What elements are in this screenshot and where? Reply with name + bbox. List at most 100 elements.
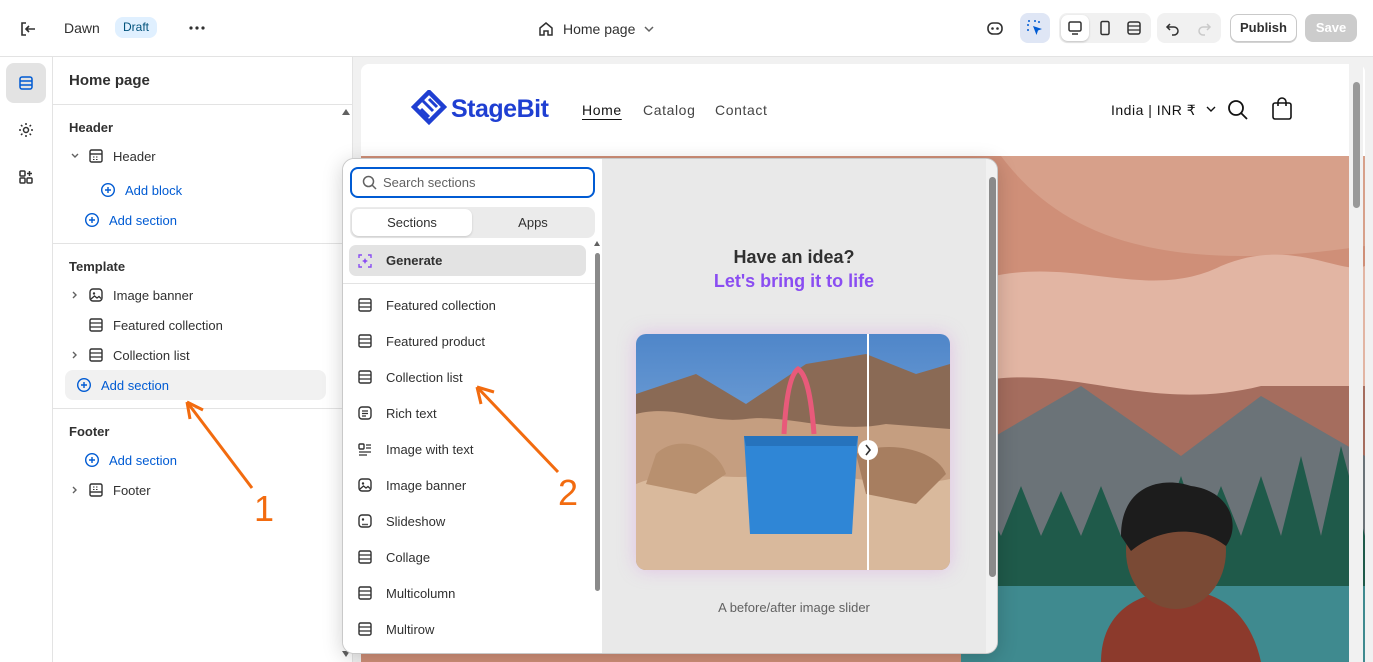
footer-section-icon [85, 482, 107, 498]
add-section-picker: Sections Apps Generate Featured collecti… [342, 158, 998, 654]
status-badge: Draft [115, 17, 158, 38]
search-field[interactable] [350, 167, 595, 198]
section-option-featured-collection[interactable]: Featured collection [349, 290, 586, 320]
annotation-number-2: 2 [558, 472, 579, 513]
divider [53, 104, 353, 105]
redo-icon [1198, 23, 1212, 36]
scroll-up-arrow[interactable] [342, 109, 350, 115]
redo-button[interactable] [1190, 15, 1218, 41]
generate-button[interactable]: Generate [349, 245, 586, 276]
sidekick-button[interactable] [980, 13, 1010, 43]
header-section-icon [85, 148, 107, 164]
divider [343, 283, 595, 284]
preview-scrollbar[interactable] [1349, 64, 1363, 662]
footer-group-heading: Footer [69, 424, 110, 439]
nav-home[interactable]: Home [582, 102, 622, 118]
left-rail [0, 57, 53, 662]
add-block-button[interactable]: Add block [97, 175, 326, 205]
section-icon [355, 333, 375, 349]
plus-circle-icon [81, 212, 103, 228]
chevron-down-icon[interactable] [65, 151, 85, 161]
exit-icon[interactable] [17, 18, 39, 40]
fullscreen-view-button[interactable] [1120, 15, 1148, 41]
nav-contact[interactable]: Contact [715, 102, 767, 118]
header-group-heading: Header [69, 120, 114, 135]
search-input[interactable] [383, 175, 583, 190]
desktop-view-button[interactable] [1061, 15, 1089, 41]
tab-apps[interactable]: Apps [473, 209, 593, 236]
preview-scroll-thumb[interactable] [1353, 82, 1360, 208]
list-scrollbar[interactable] [594, 239, 602, 653]
picker-scroll-thumb[interactable] [989, 177, 996, 577]
section-option-multicolumn[interactable]: Multicolumn [349, 578, 586, 608]
section-option-label: Slideshow [386, 513, 446, 529]
section-option-image-banner[interactable]: Image banner [349, 470, 586, 500]
select-cursor-icon [1027, 20, 1042, 35]
section-option-featured-product[interactable]: Featured product [349, 326, 586, 356]
template-group-heading: Template [69, 259, 126, 274]
preview-caption: A before/after image slider [718, 600, 870, 615]
section-option-collage[interactable]: Collage [349, 542, 586, 572]
section-icon [355, 549, 375, 565]
logo-text: StageBit [451, 94, 549, 123]
section-option-label: Rich text [386, 405, 437, 421]
section-option-multirow[interactable]: Multirow [349, 614, 586, 644]
section-preview-panel: Have an idea? Let's bring it to life A b… [602, 159, 986, 653]
page-selector[interactable]: Home page [537, 18, 655, 40]
publish-button[interactable]: Publish [1230, 14, 1297, 42]
tote-bag-photo [636, 334, 950, 570]
country-selector[interactable]: India | INR ₹ [1111, 102, 1217, 119]
rail-sections-button[interactable] [6, 63, 46, 103]
add-section-button-header[interactable]: Add section [81, 205, 326, 235]
chevron-down-icon [1206, 106, 1216, 112]
add-section-button-footer[interactable]: Add section [81, 445, 326, 475]
chevron-right-icon[interactable] [65, 290, 85, 300]
add-section-button-template[interactable]: Add section [65, 370, 326, 400]
inspector-button[interactable] [1020, 13, 1050, 43]
sidebar-title: Home page [69, 72, 150, 89]
rail-settings-button[interactable] [6, 110, 46, 150]
undo-button[interactable] [1159, 15, 1187, 41]
device-toggle-group [1059, 13, 1151, 43]
sidekick-icon [987, 22, 1003, 35]
slideshow-icon [355, 513, 375, 529]
section-option-image-with-text[interactable]: Image with text [349, 434, 586, 464]
add-section-label: Add section [101, 377, 169, 393]
list-scroll-thumb[interactable] [595, 253, 600, 591]
tab-sections[interactable]: Sections [352, 209, 472, 236]
country-label: India | INR ₹ [1111, 102, 1197, 118]
more-actions-button[interactable] [187, 17, 207, 39]
top-bar: Dawn Draft Home page Publish Save [0, 0, 1373, 57]
chevron-right-icon[interactable] [65, 485, 85, 495]
search-icon[interactable] [1227, 99, 1249, 121]
sidebar-item-header[interactable]: Header [65, 141, 326, 171]
mobile-view-button[interactable] [1091, 15, 1119, 41]
fullscreen-icon [1127, 21, 1141, 35]
sidebar-item-featured-collection[interactable]: Featured collection [65, 310, 326, 340]
apps-icon [19, 170, 33, 184]
section-option-label: Image with text [386, 441, 474, 457]
section-option-label: Multirow [386, 621, 435, 637]
sidebar-item-collection-list[interactable]: Collection list [65, 340, 326, 370]
cart-icon[interactable] [1271, 97, 1293, 121]
scroll-up-arrow[interactable] [594, 241, 600, 246]
section-option-label: Featured collection [386, 297, 496, 313]
sidebar-item-footer[interactable]: Footer [65, 475, 326, 505]
section-icon [355, 621, 375, 637]
rail-apps-button[interactable] [6, 157, 46, 197]
chevron-right-icon[interactable] [65, 350, 85, 360]
section-option-rich-text[interactable]: Rich text [349, 398, 586, 428]
home-icon [539, 22, 553, 36]
sidebar-item-label: Header [113, 148, 156, 164]
store-logo[interactable]: StageBit [411, 90, 549, 128]
picker-scrollbar[interactable] [986, 159, 997, 653]
nav-catalog[interactable]: Catalog [643, 102, 695, 118]
preview-title: Have an idea? [733, 247, 855, 267]
image-icon [85, 287, 107, 303]
section-list-panel: Sections Apps Generate Featured collecti… [343, 159, 602, 653]
theme-name: Dawn [64, 20, 100, 36]
section-option-collection-list[interactable]: Collection list [349, 362, 586, 392]
section-option-slideshow[interactable]: Slideshow [349, 506, 586, 536]
sidebar-item-image-banner[interactable]: Image banner [65, 280, 326, 310]
save-button[interactable]: Save [1305, 14, 1357, 42]
